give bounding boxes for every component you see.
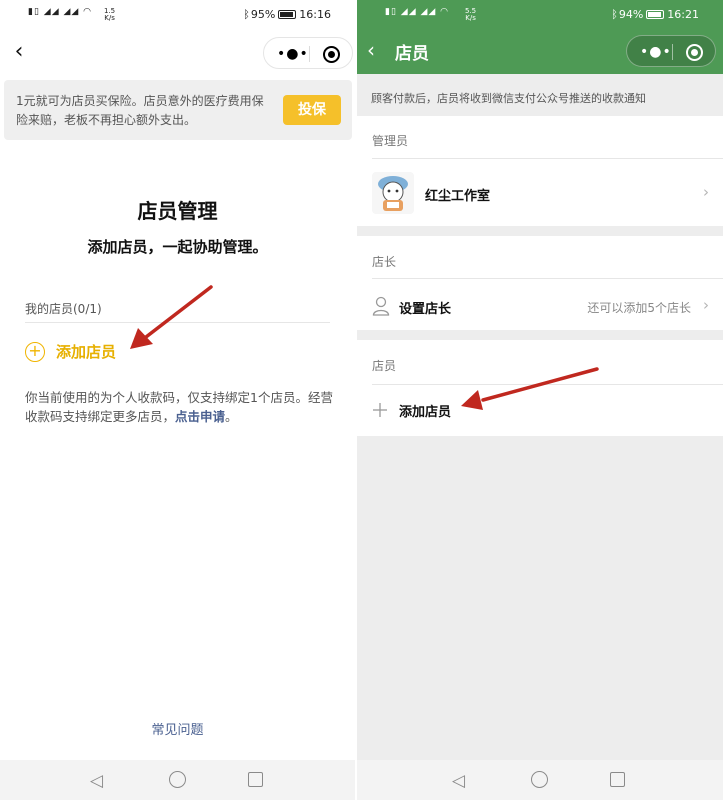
clock: 16:16 (299, 8, 331, 21)
close-miniprogram-icon[interactable] (323, 46, 340, 63)
set-manager-button[interactable]: 设置店长 (399, 298, 451, 317)
miniprogram-capsule: •●• (263, 37, 353, 69)
status-right: ᛒ94% 16:21 (611, 8, 699, 21)
status-bar: ▮▯ ◢◢ ◢◢ ◠ 5.5 K/s ᛒ94% 16:21 (357, 0, 723, 30)
battery-icon (278, 10, 297, 19)
payment-notice: 顾客付款后，店员将收到微信支付公众号推送的收款通知 (371, 92, 646, 105)
user-icon (372, 296, 390, 316)
add-staff-button[interactable]: 添加店员 (399, 401, 451, 420)
capsule-divider (672, 44, 673, 60)
home-circle-icon[interactable] (531, 771, 548, 788)
manager-quota-hint: 还可以添加5个店长 (587, 301, 691, 315)
network-speed: 5.5 K/s (465, 7, 477, 22)
back-triangle-icon[interactable]: ◁ (452, 771, 465, 791)
miniprogram-capsule: •●• (626, 35, 716, 67)
home-circle-icon[interactable] (169, 771, 186, 788)
binding-note: 你当前使用的为个人收款码，仅支持绑定1个店员。经营收款码支持绑定更多店员，点击申… (25, 390, 333, 424)
insure-button[interactable]: 投保 (283, 95, 341, 125)
clock: 16:21 (667, 8, 699, 21)
staff-count-label: 我的店员(0/1) (25, 302, 102, 316)
more-icon[interactable]: •●• (640, 42, 672, 62)
divider (25, 322, 330, 323)
insurance-text: 1元就可为店员买保险。店员意外的医疗费用保险来赔，老板不再担心额外支出。 (16, 94, 264, 127)
staff-section-title: 店员 (372, 359, 397, 373)
network-speed: 1.5 K/s (104, 7, 116, 22)
battery-percent: 95% (250, 8, 276, 21)
signal-icons: ▮▯ ◢◢ ◢◢ ◠ (28, 7, 93, 17)
back-chevron-icon[interactable]: ‹ (8, 38, 30, 66)
insurance-banner: 1元就可为店员买保险。店员意外的医疗费用保险来赔，老板不再担心额外支出。 投保 (4, 80, 352, 140)
avatar-image (378, 176, 408, 211)
divider (372, 278, 723, 279)
bluetooth-icon: ᛒ (243, 8, 250, 21)
divider (372, 158, 723, 159)
chevron-right-icon: › (703, 296, 709, 314)
page-subtitle: 添加店员，一起协助管理。 (87, 238, 268, 256)
plus-circle-icon: + (25, 342, 45, 362)
staff-section: 店员 添加店员 (357, 340, 723, 436)
more-icon[interactable]: •●• (277, 44, 309, 64)
chevron-right-icon: › (703, 183, 709, 201)
manager-section-title: 店长 (372, 255, 397, 269)
divider (372, 384, 723, 385)
close-miniprogram-icon[interactable] (686, 44, 703, 61)
capsule-divider (309, 46, 310, 62)
back-triangle-icon[interactable]: ◁ (90, 771, 103, 791)
status-bar: ▮▯ ◢◢ ◢◢ ◠ 1.5 K/s ᛒ95% 16:16 (0, 0, 355, 30)
avatar (372, 172, 414, 214)
system-nav-bar: ◁ (0, 760, 355, 800)
back-chevron-icon[interactable]: ‹ (367, 38, 375, 62)
system-nav-bar: ◁ (357, 760, 723, 800)
page-title: 店员 (395, 44, 429, 64)
page-title: 店员管理 (137, 199, 218, 223)
admin-section-title: 管理员 (372, 134, 409, 148)
battery-icon (646, 10, 665, 19)
admin-name[interactable]: 红尘工作室 (425, 185, 490, 204)
admin-section: 管理员 红尘工作室 › (357, 116, 723, 226)
left-screen: ▮▯ ◢◢ ◢◢ ◠ 1.5 K/s ᛒ95% 16:16 ‹ •●• 1元就可为… (0, 0, 355, 800)
add-staff-label: 添加店员 (56, 343, 117, 361)
manager-section: 店长 设置店长 还可以添加5个店长 › (357, 236, 723, 330)
recents-square-icon[interactable] (610, 772, 625, 787)
status-right: ᛒ95% 16:16 (243, 8, 331, 21)
apply-link[interactable]: 点击申请 (175, 409, 225, 424)
right-screen: ▮▯ ◢◢ ◢◢ ◠ 5.5 K/s ᛒ94% 16:21 ‹ 店员 •●• 顾客… (357, 0, 723, 800)
signal-icons: ▮▯ ◢◢ ◢◢ ◠ (385, 7, 450, 17)
recents-square-icon[interactable] (248, 772, 263, 787)
plus-icon (373, 403, 387, 417)
battery-percent: 94% (618, 8, 644, 21)
bluetooth-icon: ᛒ (611, 8, 618, 21)
faq-link[interactable]: 常见问题 (0, 719, 355, 738)
